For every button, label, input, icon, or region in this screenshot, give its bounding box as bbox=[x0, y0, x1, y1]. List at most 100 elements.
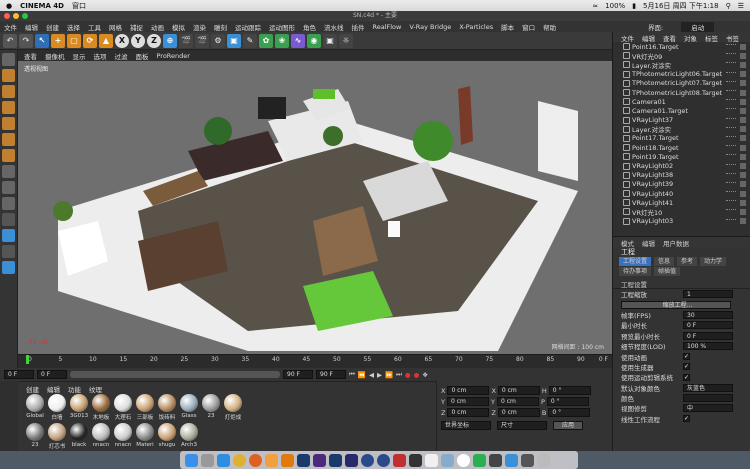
object-name[interactable]: VRayLight40 bbox=[632, 190, 673, 198]
object-menu-item[interactable]: 编辑 bbox=[642, 33, 655, 43]
viewport[interactable]: 透视视图 ↑Y →X 网格间距 : 100 cm bbox=[18, 61, 612, 354]
object-row[interactable]: VRayLight02 bbox=[613, 161, 750, 170]
object-name[interactable]: Layer.对涂实 bbox=[632, 60, 671, 70]
menu-item[interactable]: 模拟 bbox=[172, 22, 185, 32]
coord-system-icon[interactable]: ⊕ bbox=[163, 33, 177, 48]
firefox-icon[interactable] bbox=[249, 453, 262, 467]
material-item[interactable]: 23 bbox=[24, 423, 46, 448]
view-menu-item[interactable]: 摄像机 bbox=[45, 51, 65, 61]
object-name[interactable]: VRayLight03 bbox=[632, 217, 673, 225]
workplane-lock-icon[interactable] bbox=[2, 213, 15, 226]
material-menu-item[interactable]: 编辑 bbox=[47, 384, 60, 394]
pen-icon[interactable]: ✎ bbox=[243, 33, 257, 48]
attribute-checkbox[interactable]: ✓ bbox=[683, 373, 690, 381]
aftereffects-icon[interactable] bbox=[345, 453, 358, 467]
subdivision-icon[interactable]: ✿ bbox=[259, 33, 273, 48]
coord-field[interactable]: 0 ° bbox=[546, 397, 589, 406]
menu-item[interactable]: 编辑 bbox=[25, 22, 38, 32]
attribute-value[interactable]: 30 bbox=[683, 310, 733, 319]
material-item[interactable]: 灯炬成 bbox=[222, 394, 244, 421]
window-menu[interactable]: 窗口 bbox=[72, 1, 86, 11]
texture-mode-icon[interactable] bbox=[2, 85, 15, 98]
menu-item[interactable]: 渲染 bbox=[193, 22, 206, 32]
coord-field[interactable]: 0 cm bbox=[447, 386, 490, 395]
menu-item[interactable]: 帮助 bbox=[543, 22, 556, 32]
playhead[interactable] bbox=[26, 355, 29, 364]
attribute-value[interactable]: 0 F bbox=[683, 321, 733, 330]
object-name[interactable]: Point18.Target bbox=[632, 144, 679, 152]
object-tag-icon[interactable] bbox=[740, 144, 746, 151]
menu-item[interactable]: 流水线 bbox=[324, 22, 344, 32]
attribute-checkbox[interactable]: ✓ bbox=[683, 353, 690, 361]
material-item[interactable]: shugu bbox=[156, 423, 178, 448]
menu-item[interactable]: 角色 bbox=[303, 22, 316, 32]
visibility-dots[interactable] bbox=[726, 99, 736, 104]
x-axis-icon[interactable]: X bbox=[115, 33, 129, 48]
material-menu-item[interactable]: 功能 bbox=[68, 384, 81, 394]
menu-item[interactable]: 工具 bbox=[88, 22, 101, 32]
object-tag-icon[interactable] bbox=[740, 153, 746, 160]
z-axis-icon[interactable]: Z bbox=[147, 33, 161, 48]
live-select-icon[interactable]: ↖ bbox=[35, 33, 49, 48]
layout-value[interactable]: 启动 bbox=[681, 21, 715, 32]
premiere-icon[interactable] bbox=[313, 453, 326, 467]
recent-tool-icon[interactable]: ▲ bbox=[99, 33, 113, 48]
current-frame-field[interactable]: 0 F bbox=[37, 370, 67, 379]
menu-item[interactable]: 插件 bbox=[352, 22, 365, 32]
object-name[interactable]: Point16.Target bbox=[632, 43, 679, 51]
attribute-value[interactable]: 100 % bbox=[683, 342, 733, 351]
visibility-dots[interactable] bbox=[726, 191, 736, 196]
material-item[interactable]: Materi bbox=[134, 423, 156, 448]
start-frame-field[interactable]: 0 F bbox=[4, 370, 34, 379]
attribute-menu-item[interactable]: 编辑 bbox=[642, 238, 655, 248]
coord-field[interactable]: 0 ° bbox=[548, 408, 591, 417]
visibility-dots[interactable] bbox=[726, 200, 736, 205]
attribute-checkbox[interactable]: ✓ bbox=[683, 363, 690, 371]
apple-icon[interactable]: ● bbox=[6, 2, 12, 10]
qq-icon[interactable] bbox=[457, 453, 470, 467]
range-slider[interactable] bbox=[70, 371, 280, 378]
scene-icon[interactable]: ◉ bbox=[307, 33, 321, 48]
object-menu-item[interactable]: 文件 bbox=[621, 33, 634, 43]
menu-item[interactable]: 脚本 bbox=[501, 22, 514, 32]
object-tag-icon[interactable] bbox=[740, 181, 746, 188]
timeline-ruler[interactable]: 0 5 10 15 20 25 30 35 40 45 50 55 60 65 70 75 80 85 90 bbox=[28, 355, 588, 364]
object-name[interactable]: VRayLight37 bbox=[632, 116, 673, 124]
coord-field[interactable]: 0 ° bbox=[548, 386, 591, 395]
safari-icon[interactable] bbox=[217, 453, 230, 467]
view-menu-item[interactable]: 显示 bbox=[73, 51, 86, 61]
object-tag-icon[interactable] bbox=[740, 163, 746, 170]
object-menu-item[interactable]: 对象 bbox=[684, 33, 697, 43]
material-item[interactable]: Global bbox=[24, 394, 46, 419]
object-row[interactable]: VRayLight38 bbox=[613, 171, 750, 180]
material-item[interactable]: Glass bbox=[178, 394, 200, 419]
app-menu[interactable]: CINEMA 4D bbox=[20, 2, 64, 10]
snap-icon[interactable] bbox=[2, 181, 15, 194]
menu-item[interactable]: X-Particles bbox=[459, 23, 493, 31]
object-tag-icon[interactable] bbox=[740, 135, 746, 142]
object-tag-icon[interactable] bbox=[740, 107, 746, 114]
end-frame-field[interactable]: 90 F bbox=[283, 370, 313, 379]
attribute-menu-item[interactable]: 用户数据 bbox=[663, 238, 689, 248]
attribute-tab[interactable]: 待办事项 bbox=[619, 267, 652, 276]
axis-mode-icon[interactable] bbox=[2, 165, 15, 178]
visibility-dots[interactable] bbox=[726, 126, 736, 132]
object-tag-icon[interactable] bbox=[740, 190, 746, 197]
object-row[interactable]: Point18.Target bbox=[613, 143, 750, 152]
visibility-dots[interactable] bbox=[726, 62, 736, 67]
max-frame-field[interactable]: 90 F bbox=[316, 370, 346, 379]
visibility-dots[interactable] bbox=[726, 172, 736, 178]
launchpad-icon[interactable] bbox=[201, 453, 214, 467]
attribute-value[interactable]: 缩放工程... bbox=[621, 300, 731, 309]
attribute-tab[interactable]: 信息 bbox=[654, 257, 675, 266]
redo-icon[interactable]: ↷ bbox=[19, 33, 33, 48]
material-item[interactable]: Arch3 bbox=[178, 423, 200, 448]
material-item[interactable]: 三部板 bbox=[134, 394, 156, 421]
object-name[interactable]: Camera01.Target bbox=[632, 107, 688, 115]
visibility-dots[interactable] bbox=[726, 71, 736, 77]
render-view-icon[interactable]: 🎬 bbox=[179, 33, 193, 48]
object-menu-item[interactable]: 标签 bbox=[705, 33, 718, 43]
menu-item[interactable]: 运动图形 bbox=[269, 22, 295, 32]
object-tag-icon[interactable] bbox=[740, 61, 746, 68]
app4-icon[interactable] bbox=[505, 453, 518, 467]
